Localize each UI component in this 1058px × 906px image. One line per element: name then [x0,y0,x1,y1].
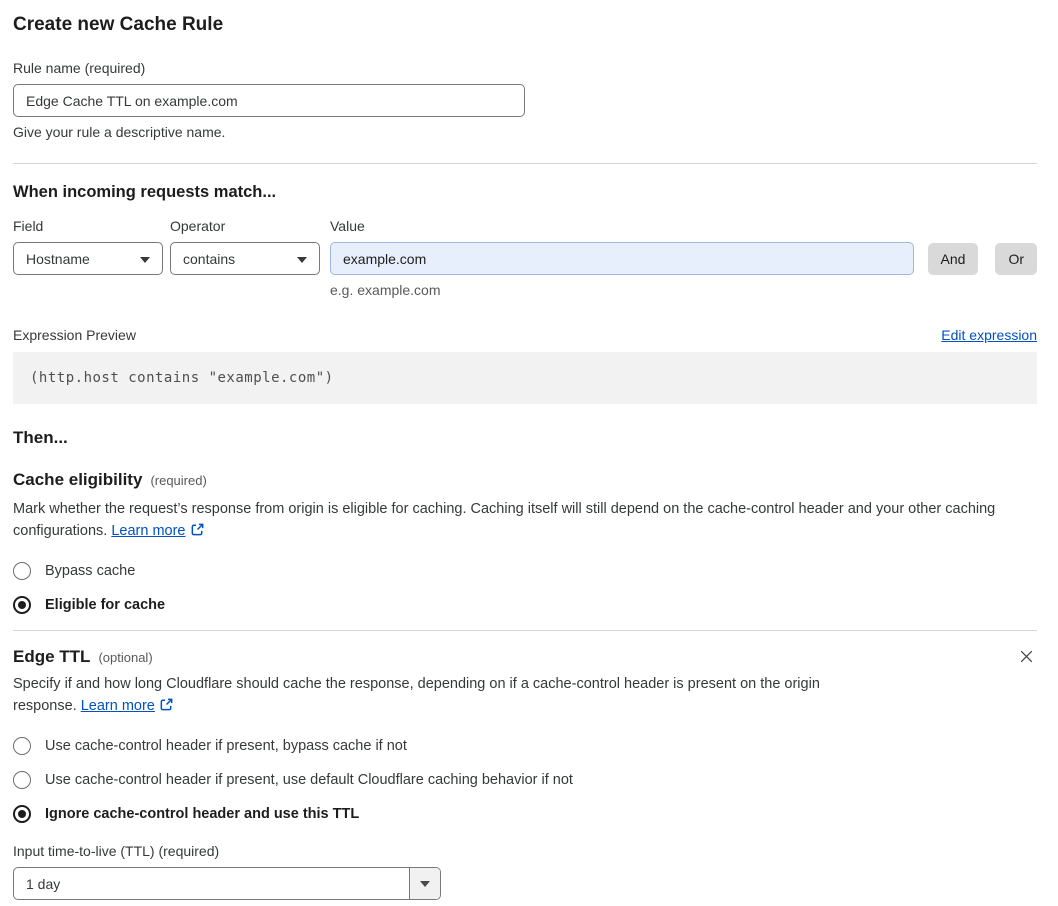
radio-label: Ignore cache-control header and use this… [45,806,360,822]
cache-eligibility-heading: Cache eligibility (required) [13,470,1037,490]
operator-label: Operator [170,218,226,234]
field-select[interactable]: Hostname [13,242,163,275]
match-condition-row: Hostname contains And Or [13,242,1037,275]
radio-label: Bypass cache [45,563,136,579]
radio-use-header-default[interactable]: Use cache-control header if present, use… [13,771,1037,789]
radio-icon[interactable] [13,562,31,580]
cache-eligibility-options: Bypass cache Eligible for cache [13,562,1037,614]
external-link-icon [159,697,174,720]
radio-label: Use cache-control header if present, use… [45,772,573,788]
ttl-select-arrow-button[interactable] [409,868,440,899]
close-icon[interactable] [1016,646,1037,667]
cache-eligibility-description: Mark whether the request’s response from… [13,499,1037,544]
chevron-down-icon [297,257,307,263]
radio-eligible-for-cache[interactable]: Eligible for cache [13,596,1037,614]
match-column-labels: Field Operator Value [13,218,1037,234]
expression-code: (http.host contains "example.com") [30,370,334,386]
chevron-down-icon [420,880,430,887]
and-button[interactable]: And [927,242,979,275]
or-button[interactable]: Or [995,242,1037,275]
radio-use-header-bypass[interactable]: Use cache-control header if present, byp… [13,737,1037,755]
ttl-input-label: Input time-to-live (TTL) (required) [13,843,220,859]
radio-label: Eligible for cache [45,597,166,613]
edge-ttl-description: Specify if and how long Cloudflare shoul… [13,674,863,719]
value-input[interactable] [330,242,914,275]
radio-icon[interactable] [13,771,31,789]
divider [13,163,1037,164]
radio-bypass-cache[interactable]: Bypass cache [13,562,1037,580]
match-heading: When incoming requests match... [13,183,277,201]
radio-icon[interactable] [13,596,31,614]
divider [13,630,1037,631]
value-helper: e.g. example.com [330,282,441,298]
external-link-icon [190,522,205,545]
rule-name-input[interactable] [13,84,525,117]
rule-name-label: Rule name (required) [13,60,146,76]
expression-code-block: (http.host contains "example.com") [13,352,1037,404]
radio-icon[interactable] [13,737,31,755]
field-select-value: Hostname [26,250,90,267]
value-label: Value [330,218,365,234]
edge-ttl-qualifier: (optional) [98,649,153,665]
ttl-select-value: 1 day [26,875,61,892]
then-heading: Then... [13,428,68,447]
edge-ttl-header: Edge TTL (optional) [13,646,1037,667]
edge-ttl-heading: Edge TTL (optional) [13,647,153,667]
radio-label: Use cache-control header if present, byp… [45,738,407,754]
rule-name-helper: Give your rule a descriptive name. [13,124,226,140]
expression-preview-label: Expression Preview [13,327,136,343]
operator-select[interactable]: contains [170,242,320,275]
field-label: Field [13,218,44,234]
expression-preview-row: Expression Preview Edit expression [13,327,1037,343]
cache-eligibility-qualifier: (required) [150,473,207,488]
operator-select-value: contains [183,250,236,267]
edit-expression-link[interactable]: Edit expression [941,327,1037,343]
ttl-select[interactable]: 1 day [13,867,441,900]
edge-ttl-options: Use cache-control header if present, byp… [13,737,1037,823]
radio-ignore-header-use-ttl[interactable]: Ignore cache-control header and use this… [13,805,1037,823]
radio-icon[interactable] [13,805,31,823]
cache-eligibility-heading-text: Cache eligibility [13,470,143,489]
page-title: Create new Cache Rule [13,14,224,35]
cache-eligibility-learn-more-link[interactable]: Learn more [111,523,185,539]
edge-ttl-learn-more-link[interactable]: Learn more [81,698,155,714]
chevron-down-icon [140,257,150,263]
edge-ttl-heading-text: Edge TTL [13,646,91,666]
